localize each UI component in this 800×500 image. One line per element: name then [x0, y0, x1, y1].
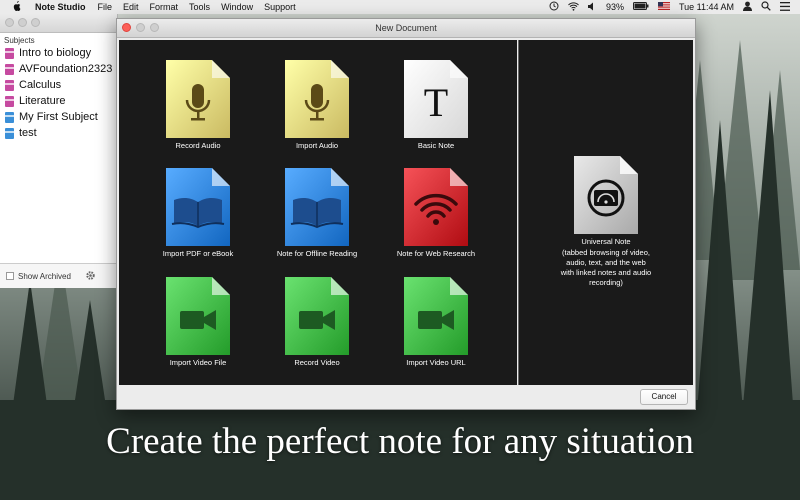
cancel-button[interactable]: Cancel [640, 389, 688, 405]
dialog-close-button[interactable] [122, 23, 131, 32]
subjects-footer: Show Archived [0, 263, 117, 288]
subject-list-item[interactable]: AVFoundation2323 [0, 61, 117, 77]
battery-icon[interactable] [632, 2, 649, 12]
doc-type-import-video-url[interactable]: Import Video URL [377, 277, 495, 367]
mic-doc-icon [166, 60, 230, 138]
subject-label: My First Subject [19, 111, 98, 123]
menu-format[interactable]: Format [150, 2, 179, 12]
battery-percent: 93% [605, 2, 624, 12]
doc-type-label: Note for Offline Reading [276, 249, 358, 258]
notebook-icon [5, 47, 14, 59]
notebook-icon [5, 95, 14, 107]
minimize-window-button[interactable] [18, 18, 27, 27]
subject-label: Intro to biology [19, 47, 92, 59]
show-archived-checkbox[interactable] [6, 272, 14, 280]
settings-gear-icon[interactable] [85, 270, 96, 283]
subject-label: Literature [19, 95, 66, 107]
notebook-icon [5, 63, 14, 75]
document-type-grid: Record Audio Import Audio T Basic Note Impor… [119, 40, 517, 385]
book-doc-icon [166, 168, 230, 246]
subject-list-item[interactable]: Intro to biology [0, 45, 117, 61]
universal-note-description: (tabbed browsing of video, audio, text, … [560, 248, 652, 287]
subject-list-item[interactable]: Literature [0, 93, 117, 109]
doc-type-record-video[interactable]: Record Video [258, 277, 376, 367]
doc-type-note-for-offline-reading[interactable]: Note for Offline Reading [258, 168, 376, 258]
notebook-icon [5, 127, 14, 139]
notebook-icon [5, 111, 14, 123]
subject-label: test [19, 127, 37, 139]
text-doc-icon: T [404, 60, 468, 138]
video-doc-icon [404, 277, 468, 355]
doc-type-record-audio[interactable]: Record Audio [139, 60, 257, 150]
doc-type-label: Import PDF or eBook [162, 249, 234, 258]
wifi-doc-icon [404, 168, 468, 246]
dialog-title: New Document [375, 23, 437, 33]
subject-list-item[interactable]: My First Subject [0, 109, 117, 125]
show-archived-label[interactable]: Show Archived [18, 272, 71, 281]
subjects-header: Subjects [4, 36, 35, 45]
doc-type-label: Basic Note [417, 141, 455, 150]
subject-list-item[interactable]: Calculus [0, 77, 117, 93]
menu-bar: Note Studio File Edit Format Tools Windo… [0, 0, 800, 14]
new-document-dialog: New Document Record Audio Import Audio T Ba… [116, 18, 696, 410]
subjects-titlebar [0, 14, 117, 33]
doc-type-note-for-web-research[interactable]: Note for Web Research [377, 168, 495, 258]
spotlight-search-icon[interactable] [761, 1, 771, 13]
volume-icon[interactable] [587, 2, 597, 13]
doc-type-label: Record Audio [175, 141, 221, 150]
notification-center-icon[interactable] [780, 1, 790, 13]
video-doc-icon [285, 277, 349, 355]
doc-type-label: Import Audio [295, 141, 339, 150]
subject-list-item[interactable]: test [0, 125, 117, 141]
dialog-zoom-button[interactable] [150, 23, 159, 32]
book-doc-icon [285, 168, 349, 246]
menu-file[interactable]: File [98, 2, 113, 12]
doc-type-import-pdf-or-ebook[interactable]: Import PDF or eBook [139, 168, 257, 258]
dialog-minimize-button[interactable] [136, 23, 145, 32]
close-window-button[interactable] [5, 18, 14, 27]
universal-note-tile[interactable]: Universal Note (tabbed browsing of video… [547, 156, 665, 288]
video-doc-icon [166, 277, 230, 355]
universal-note-doc-icon [574, 156, 638, 234]
doc-type-label: Import Video File [169, 358, 227, 367]
time-machine-icon[interactable] [549, 1, 559, 13]
svg-text:T: T [424, 80, 448, 125]
doc-type-import-audio[interactable]: Import Audio [258, 60, 376, 150]
mic-doc-icon [285, 60, 349, 138]
menu-window[interactable]: Window [221, 2, 253, 12]
zoom-window-button[interactable] [31, 18, 40, 27]
clock[interactable]: Tue 11:44 AM [679, 2, 734, 12]
subjects-list: Intro to biology AVFoundation2323 Calculus… [0, 45, 117, 141]
menu-edit[interactable]: Edit [123, 2, 139, 12]
menu-tools[interactable]: Tools [189, 2, 210, 12]
doc-type-basic-note[interactable]: T Basic Note [377, 60, 495, 150]
dialog-titlebar: New Document [117, 19, 695, 38]
doc-type-import-video-file[interactable]: Import Video File [139, 277, 257, 367]
user-icon[interactable] [743, 1, 752, 13]
doc-type-label: Record Video [294, 358, 340, 367]
universal-note-panel: Universal Note (tabbed browsing of video… [518, 40, 693, 385]
universal-note-label: Universal Note [581, 237, 631, 246]
wifi-icon[interactable] [568, 1, 579, 13]
notebook-icon [5, 79, 14, 91]
doc-type-label: Import Video URL [406, 358, 466, 367]
apple-icon[interactable] [12, 0, 21, 14]
flag-icon[interactable] [657, 2, 670, 12]
subject-label: Calculus [19, 79, 62, 91]
subject-label: AVFoundation2323 [19, 63, 113, 75]
menu-support[interactable]: Support [264, 2, 296, 12]
marketing-caption: Create the perfect note for any situatio… [106, 421, 694, 462]
subjects-window: Subjects Intro to biology AVFoundation232… [0, 14, 118, 288]
app-menu[interactable]: Note Studio [35, 2, 86, 12]
doc-type-label: Note for Web Research [396, 249, 476, 258]
